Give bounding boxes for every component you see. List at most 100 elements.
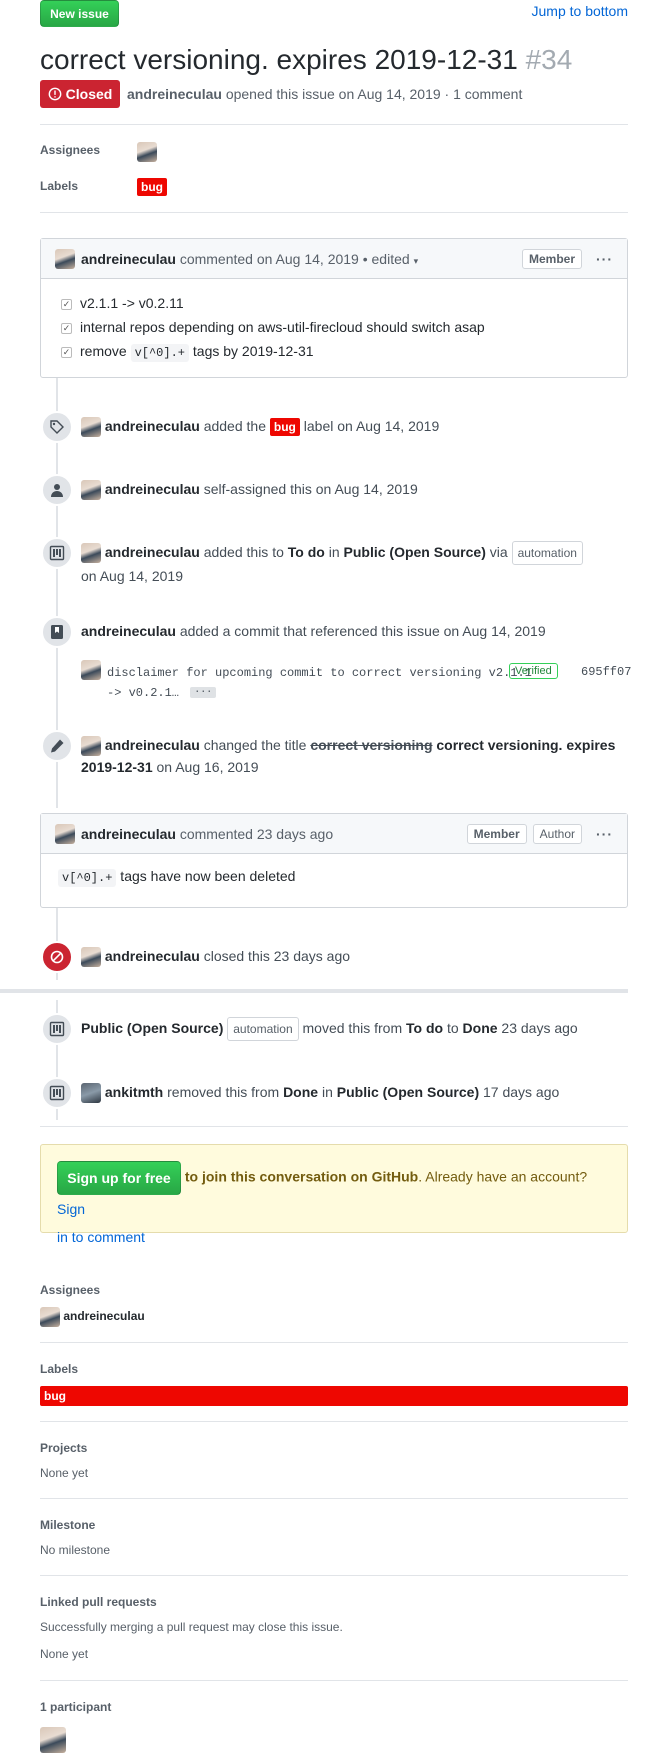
commit-row: disclaimer for upcoming commit to correc… bbox=[81, 660, 631, 704]
event-date[interactable]: 17 days ago bbox=[483, 1084, 559, 1100]
event-closed: andreineculau closed this 23 days ago bbox=[81, 945, 350, 968]
issue-number: #34 bbox=[525, 44, 573, 75]
avatar[interactable] bbox=[81, 1083, 101, 1104]
comment-header: andreineculau commented on Aug 14, 2019 … bbox=[41, 239, 627, 279]
issue-title-text: correct versioning. expires 2019-12-31 bbox=[40, 44, 518, 75]
state-label: Closed bbox=[65, 86, 113, 102]
event-actor[interactable]: andreineculau bbox=[105, 418, 200, 434]
event-date[interactable]: on Aug 14, 2019 bbox=[81, 568, 183, 584]
divider bbox=[40, 1126, 628, 1127]
avatar[interactable] bbox=[81, 736, 101, 757]
avatar[interactable] bbox=[81, 480, 101, 501]
sidebar-projects-value: None yet bbox=[40, 1466, 89, 1480]
task-item: ✓ internal repos depending on aws-util-fi… bbox=[61, 319, 485, 335]
meta-assignees-label: Assignees bbox=[40, 143, 101, 157]
avatar[interactable] bbox=[81, 660, 101, 680]
divider bbox=[40, 1680, 628, 1681]
project-link[interactable]: Public (Open Source) bbox=[81, 1020, 223, 1036]
event-actor[interactable]: andreineculau bbox=[105, 948, 200, 964]
state-badge: Closed bbox=[40, 80, 120, 108]
comment-date[interactable]: commented 23 days ago bbox=[180, 826, 333, 842]
member-badge: Member bbox=[466, 823, 527, 844]
avatar[interactable] bbox=[137, 142, 157, 162]
tag-icon bbox=[41, 411, 73, 443]
comment-author[interactable]: andreineculau bbox=[81, 251, 176, 267]
comment: andreineculau commented on Aug 14, 2019 … bbox=[40, 238, 628, 378]
sidebar-projects-heading[interactable]: Projects bbox=[40, 1441, 87, 1455]
event-commit-ref: andreineculau added a commit that refere… bbox=[81, 623, 546, 639]
issue-title: correct versioning. expires 2019-12-31 #… bbox=[40, 43, 572, 77]
event-actor[interactable]: andreineculau bbox=[105, 544, 200, 560]
avatar[interactable] bbox=[55, 248, 75, 269]
divider bbox=[40, 124, 628, 125]
event-actor[interactable]: andreineculau bbox=[105, 737, 200, 753]
label-bug[interactable]: bug bbox=[269, 418, 300, 436]
sidebar-linked-heading[interactable]: Linked pull requests bbox=[40, 1595, 157, 1609]
bookmark-icon bbox=[41, 616, 73, 648]
inline-code: v[^0].+ bbox=[130, 344, 189, 362]
comment-body: v[^0].+ tags have now been deleted bbox=[41, 854, 627, 899]
divider bbox=[40, 1575, 628, 1576]
divider bbox=[40, 1421, 628, 1422]
person-icon bbox=[41, 474, 73, 506]
automation-badge: automation bbox=[227, 1017, 299, 1041]
sidebar-linked-description: Successfully merging a pull request may … bbox=[40, 1620, 343, 1634]
sign-in-link[interactable]: Sign bbox=[57, 1201, 85, 1217]
comment-header: andreineculau commented 23 days ago Memb… bbox=[41, 814, 627, 854]
project-link[interactable]: Public (Open Source) bbox=[337, 1084, 479, 1100]
sidebar-assignee[interactable]: andreineculau bbox=[40, 1307, 145, 1327]
event-actor[interactable]: andreineculau bbox=[81, 623, 176, 639]
checkbox[interactable]: ✓ bbox=[61, 298, 72, 310]
checkbox[interactable]: ✓ bbox=[61, 346, 72, 358]
commit-sha[interactable]: 695ff07 bbox=[581, 665, 631, 679]
comment-date[interactable]: commented on Aug 14, 2019 bbox=[180, 251, 359, 267]
signup-prompt: Sign up for free to join this conversati… bbox=[40, 1144, 628, 1245]
event-date[interactable]: 23 days ago bbox=[501, 1020, 577, 1036]
label-bug[interactable]: bug bbox=[137, 178, 167, 196]
event-date[interactable]: on Aug 16, 2019 bbox=[157, 759, 259, 775]
event-actor[interactable]: andreineculau bbox=[105, 481, 200, 497]
pencil-icon bbox=[41, 730, 73, 762]
automation-badge: automation bbox=[511, 541, 583, 565]
avatar[interactable] bbox=[81, 417, 101, 438]
comment-body: ✓ v2.1.1 -> v0.2.11 ✓ internal repos depen… bbox=[41, 279, 627, 377]
sidebar-assignees-heading[interactable]: Assignees bbox=[40, 1283, 100, 1297]
comment: andreineculau commented 23 days ago Memb… bbox=[40, 813, 628, 908]
event-removed: ankitmth removed this from Done in Publi… bbox=[81, 1081, 559, 1104]
project-column: To do bbox=[287, 544, 325, 560]
event-moved: Public (Open Source) automation moved th… bbox=[81, 1017, 578, 1041]
avatar[interactable] bbox=[55, 823, 75, 844]
sidebar-label-bug[interactable]: bug bbox=[40, 1386, 628, 1406]
event-label-added: andreineculau added the bug label on Aug… bbox=[81, 415, 439, 438]
avatar[interactable] bbox=[81, 947, 101, 968]
new-issue-button[interactable]: New issue bbox=[40, 0, 119, 27]
signup-button[interactable]: Sign up for free bbox=[57, 1161, 181, 1195]
more-options-icon[interactable]: ··· bbox=[596, 251, 613, 267]
timeline-separator bbox=[0, 989, 628, 993]
sidebar-milestone-heading[interactable]: Milestone bbox=[40, 1518, 95, 1532]
event-title-changed: andreineculau changed the title correct … bbox=[81, 736, 616, 776]
event-self-assigned: andreineculau self-assigned this on Aug … bbox=[81, 478, 418, 501]
divider bbox=[40, 1498, 628, 1499]
sign-in-link[interactable]: in to comment bbox=[57, 1229, 145, 1245]
participant-avatar[interactable] bbox=[40, 1727, 66, 1753]
project-link[interactable]: Public (Open Source) bbox=[344, 544, 486, 560]
avatar[interactable] bbox=[81, 543, 101, 564]
expand-commit-button[interactable]: ··· bbox=[190, 687, 217, 699]
comment-author[interactable]: andreineculau bbox=[81, 826, 176, 842]
jump-to-bottom-link[interactable]: Jump to bottom bbox=[532, 3, 629, 19]
old-title: correct versioning bbox=[310, 737, 433, 753]
issue-opened-text: opened this issue on Aug 14, 2019 · 1 co… bbox=[225, 86, 523, 102]
sidebar-labels-heading[interactable]: Labels bbox=[40, 1362, 78, 1376]
event-actor[interactable]: ankitmth bbox=[105, 1084, 163, 1100]
divider bbox=[40, 1342, 628, 1343]
closed-icon bbox=[41, 941, 73, 973]
verified-badge[interactable]: Verified bbox=[509, 663, 558, 679]
issue-author-link[interactable]: andreineculau bbox=[127, 86, 222, 102]
commit-message[interactable]: disclaimer for upcoming commit to correc… bbox=[107, 663, 532, 703]
edited-dropdown[interactable]: • edited ▾ bbox=[363, 251, 418, 267]
project-icon bbox=[41, 1077, 73, 1109]
more-options-icon[interactable]: ··· bbox=[596, 826, 613, 842]
closed-issue-icon bbox=[48, 87, 62, 101]
checkbox[interactable]: ✓ bbox=[61, 322, 72, 334]
